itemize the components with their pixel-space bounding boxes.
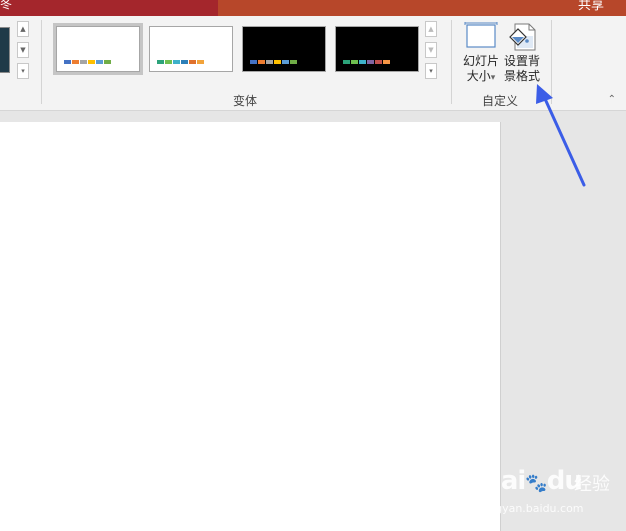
watermark-brand: Bai🐾du [482,466,583,496]
annotation-arrow-icon [536,84,586,187]
watermark-sub: 经验 [574,474,610,495]
watermark-url: jingyan.baidu.com [482,502,584,515]
baidu-watermark: Bai🐾du 经验 jingyan.baidu.com [478,462,626,531]
